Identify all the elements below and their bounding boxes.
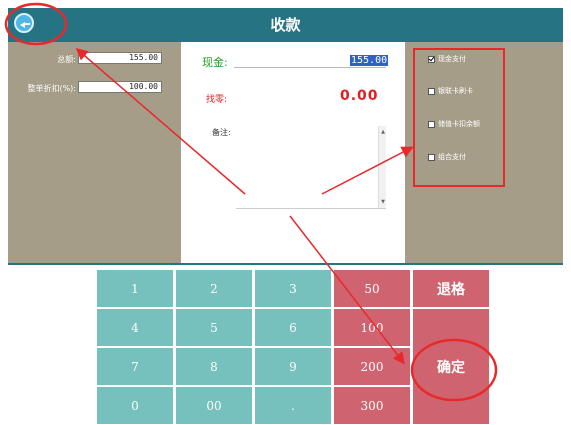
payment-option-stored-card[interactable]: 储值卡扣余额: [428, 119, 480, 131]
total-label: 总额:: [57, 55, 76, 64]
key-3[interactable]: 3: [255, 270, 331, 307]
key-6[interactable]: 6: [255, 309, 331, 346]
key-300[interactable]: 300: [334, 387, 410, 424]
confirm-button[interactable]: 确定: [413, 309, 489, 424]
key-200[interactable]: 200: [334, 348, 410, 385]
key-7[interactable]: 7: [97, 348, 173, 385]
key-1[interactable]: 1: [97, 270, 173, 307]
key-5[interactable]: 5: [176, 309, 252, 346]
key-4[interactable]: 4: [97, 309, 173, 346]
left-panel: [8, 42, 181, 264]
backspace-button[interactable]: 退格: [413, 270, 489, 307]
checkbox-icon[interactable]: [428, 153, 435, 161]
change-value: 0.00: [340, 88, 379, 104]
cash-label: 现金:: [202, 56, 228, 69]
key-8[interactable]: 8: [176, 348, 252, 385]
scroll-down-icon[interactable]: ▼: [381, 199, 385, 205]
payment-option-unionpay[interactable]: 银联卡刷卡: [428, 86, 473, 98]
key-00[interactable]: 00: [176, 387, 252, 424]
payment-option-combined[interactable]: 组合支付: [428, 152, 466, 164]
checkbox-checked-icon[interactable]: [428, 55, 435, 63]
payment-option-cash[interactable]: 现金支付: [428, 54, 466, 66]
checkbox-icon[interactable]: [428, 120, 435, 128]
key-100[interactable]: 100: [334, 309, 410, 346]
key-dot[interactable]: .: [255, 387, 331, 424]
cash-input[interactable]: 155.00: [350, 55, 389, 66]
scroll-up-icon[interactable]: ▲: [381, 129, 385, 135]
remark-textarea[interactable]: ▲ ▼: [236, 126, 386, 209]
remark-label: 备注:: [212, 128, 231, 137]
key-2[interactable]: 2: [176, 270, 252, 307]
divider-line: [8, 263, 563, 265]
checkbox-icon[interactable]: [428, 87, 435, 95]
key-50[interactable]: 50: [334, 270, 410, 307]
cash-input-underline: [234, 67, 386, 68]
key-9[interactable]: 9: [255, 348, 331, 385]
key-0[interactable]: 0: [97, 387, 173, 424]
discount-input[interactable]: 100.00: [78, 81, 162, 93]
total-input[interactable]: 155.00: [78, 52, 162, 64]
change-label: 找零:: [206, 95, 228, 105]
discount-label: 整单折扣(%):: [27, 84, 76, 93]
remark-scrollbar[interactable]: ▲ ▼: [378, 126, 386, 208]
